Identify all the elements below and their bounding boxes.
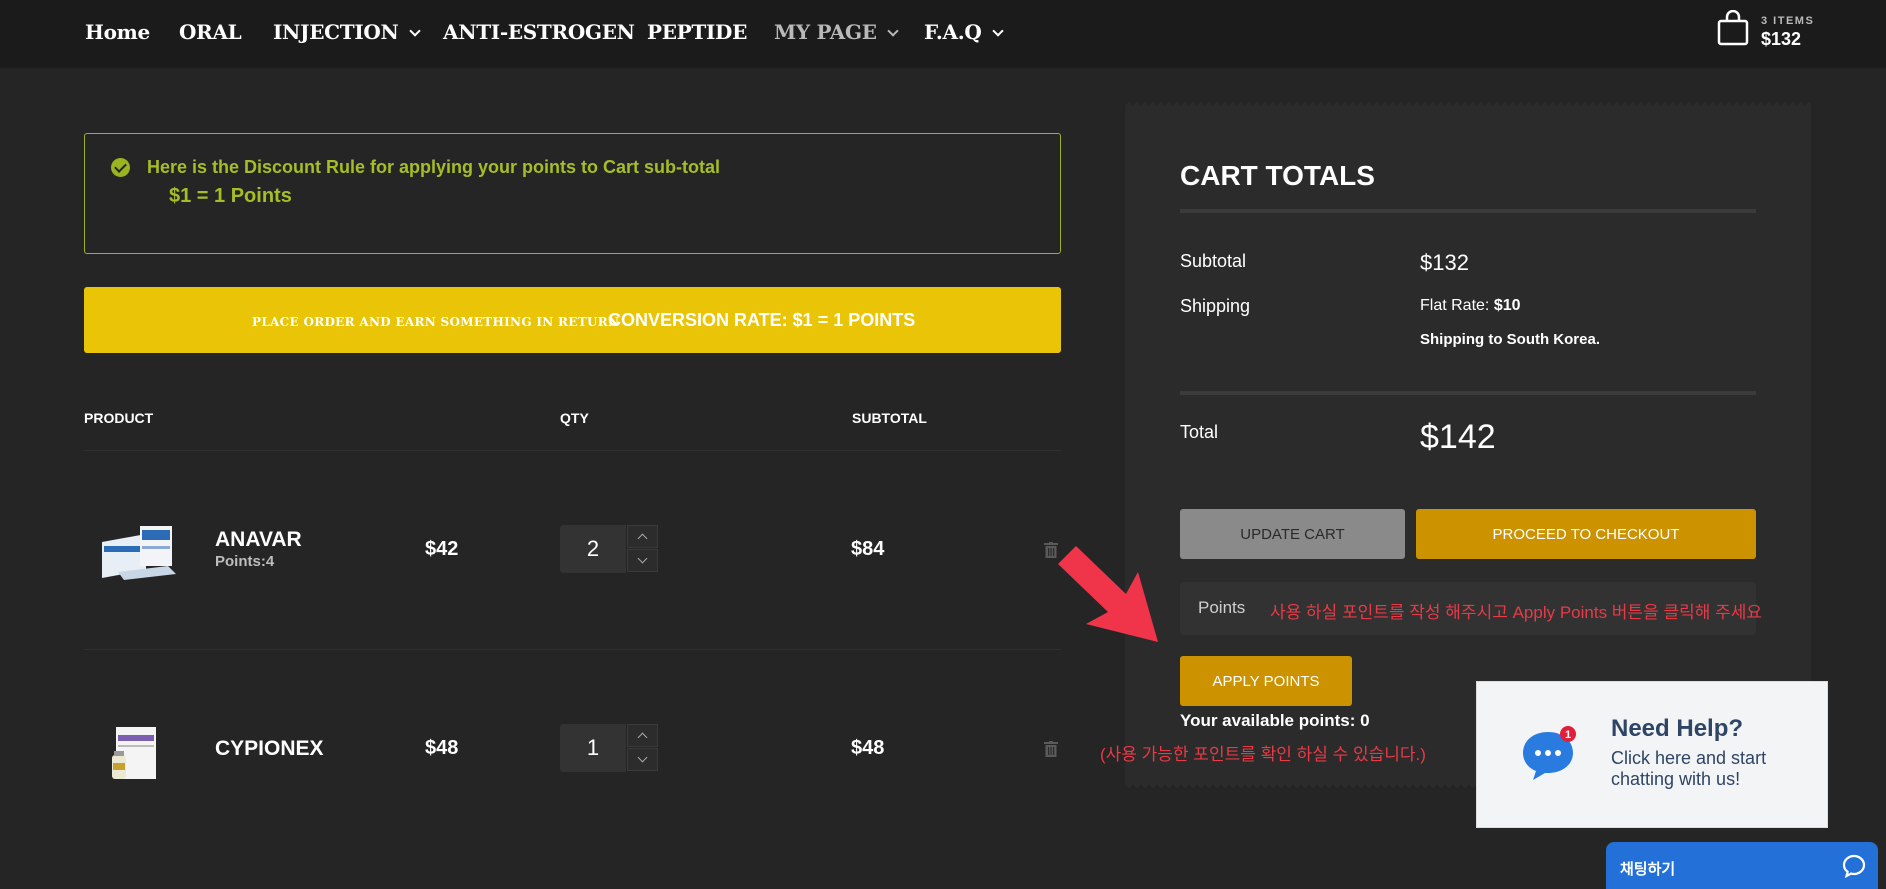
- chat-icon: [1842, 854, 1866, 878]
- quantity-decrement-button[interactable]: [627, 549, 658, 572]
- nav-home[interactable]: Home: [85, 20, 150, 44]
- points-input-placeholder: Points: [1198, 598, 1246, 617]
- notice-rate-text: $1 = 1 Points: [169, 185, 292, 207]
- nav-faq-label: F.A.Q: [924, 20, 982, 44]
- apply-points-button[interactable]: APPLY POINTS: [1180, 656, 1352, 706]
- help-subtitle: Click here and start chatting with us!: [1611, 748, 1767, 789]
- shopping-bag-icon[interactable]: [1717, 10, 1749, 46]
- shipping-rate: Flat Rate: $10: [1420, 297, 1521, 315]
- quantity-increment-button[interactable]: [627, 724, 658, 747]
- shipping-rate-prefix: Flat Rate:: [1420, 297, 1494, 314]
- quantity-stepper[interactable]: 1: [560, 724, 658, 772]
- red-arrow-annotation-icon: [1058, 546, 1158, 642]
- points-instruction-note: 사용 하실 포인트를 작성 해주시고 Apply Points 버튼을 클릭해 …: [1270, 603, 1763, 622]
- chat-launcher-bar[interactable]: 채팅하기: [1606, 842, 1878, 889]
- available-points: Your available points: 0: [1180, 711, 1370, 730]
- row-subtotal: $48: [851, 737, 885, 759]
- notification-badge-count: 1: [1565, 729, 1571, 741]
- panel-zigzag-edge: [1125, 100, 1811, 108]
- shipping-label: Shipping: [1180, 296, 1251, 316]
- points-discount-notice: Here is the Discount Rule for applying y…: [84, 133, 1061, 254]
- need-help-widget[interactable]: 1 Need Help? Click here and start chatti…: [1476, 681, 1828, 828]
- cart-item-count[interactable]: 3 ITEMS: [1761, 15, 1814, 27]
- nav-peptide[interactable]: PEPTIDE: [647, 20, 747, 44]
- divider: [1180, 391, 1756, 395]
- nav-injection[interactable]: INJECTION: [273, 20, 421, 44]
- product-name[interactable]: ANAVAR: [215, 528, 302, 552]
- banner-conversion-rate: CONVERSION RATE: $1 = 1 POINTS: [608, 310, 916, 330]
- chevron-down-icon: [408, 25, 421, 37]
- chat-bubble-icon: 1: [1523, 726, 1576, 780]
- available-points-note: (사용 가능한 포인트를 확인 하실 수 있습니다.): [1100, 745, 1426, 764]
- nav-injection-label: INJECTION: [273, 20, 399, 44]
- quantity-decrement-button[interactable]: [627, 748, 658, 771]
- total-value: $142: [1420, 418, 1496, 456]
- total-label: Total: [1180, 422, 1219, 442]
- product-price: $42: [425, 538, 459, 560]
- divider: [84, 450, 1061, 451]
- nav-anti-estrogen[interactable]: ANTI-ESTROGEN: [443, 20, 635, 44]
- earn-points-banner: PLACE ORDER AND EARN SOMETHING IN RETURN…: [84, 287, 1061, 353]
- quantity-value[interactable]: 1: [560, 724, 626, 772]
- quantity-increment-button[interactable]: [627, 525, 658, 548]
- product-points: Points:4: [215, 553, 275, 570]
- subtotal-label: Subtotal: [1180, 251, 1247, 271]
- subtotal-value: $132: [1420, 250, 1469, 275]
- nav-oral[interactable]: ORAL: [179, 20, 242, 44]
- product-price: $48: [425, 737, 459, 759]
- product-thumbnail-anavar[interactable]: [98, 522, 180, 582]
- help-title: Need Help?: [1611, 715, 1744, 742]
- shipping-destination: Shipping to South Korea.: [1420, 331, 1600, 348]
- nav-faq[interactable]: F.A.Q: [924, 20, 1004, 44]
- notice-rule-text: Here is the Discount Rule for applying y…: [147, 157, 721, 177]
- update-cart-button[interactable]: UPDATE CART: [1180, 509, 1405, 559]
- column-header-product: PRODUCT: [84, 410, 154, 426]
- divider: [1180, 209, 1756, 213]
- quantity-stepper[interactable]: 2: [560, 525, 658, 573]
- nav-my-page[interactable]: MY PAGE: [774, 20, 899, 44]
- chevron-down-icon: [991, 25, 1004, 37]
- banner-tagline: PLACE ORDER AND EARN SOMETHING IN RETURN: [252, 315, 620, 329]
- row-subtotal: $84: [851, 538, 885, 560]
- trash-icon[interactable]: [1044, 741, 1058, 757]
- nav-my-page-label: MY PAGE: [774, 20, 877, 44]
- divider: [84, 649, 1061, 650]
- product-thumbnail-cypionex[interactable]: [110, 721, 168, 783]
- chevron-down-icon: [887, 25, 899, 37]
- column-header-subtotal: SUBTOTAL: [852, 410, 927, 426]
- top-nav: Home ORAL INJECTION ANTI-ESTROGEN PEPTID…: [0, 0, 1886, 68]
- quantity-value[interactable]: 2: [560, 525, 626, 573]
- product-name[interactable]: CYPIONEX: [215, 737, 324, 761]
- cart-total[interactable]: $132: [1761, 29, 1801, 50]
- shipping-rate-value: $10: [1493, 297, 1521, 314]
- check-circle-icon: [111, 158, 130, 177]
- proceed-to-checkout-button[interactable]: PROCEED TO CHECKOUT: [1416, 509, 1756, 559]
- column-header-qty: QTY: [560, 410, 589, 426]
- cart-totals-title: CART TOTALS: [1180, 160, 1375, 191]
- chat-launcher-label: 채팅하기: [1620, 861, 1676, 878]
